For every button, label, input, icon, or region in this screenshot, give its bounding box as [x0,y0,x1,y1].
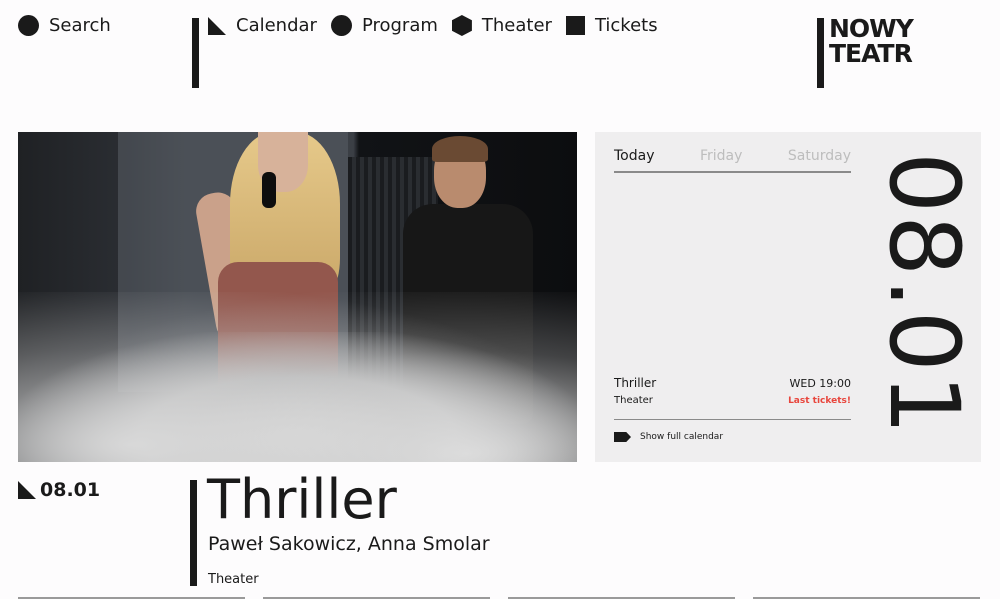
big-date-text: 08.01 [878,152,970,430]
event-title: Thriller [614,376,657,390]
feature-authors: Paweł Sakowicz, Anna Smolar [208,533,490,555]
event-status-badge: Last tickets! [788,396,851,406]
logo-line-2: TEATR [829,39,913,68]
triangle-icon [18,481,36,499]
feature-date: 08.01 [18,479,100,501]
hero-image[interactable] [18,132,577,462]
microphone-icon [262,172,276,208]
search-button[interactable]: Search [18,15,111,36]
feature-title[interactable]: Thriller [207,470,397,530]
nav-divider [192,18,199,88]
show-full-calendar-label: Show full calendar [640,432,724,442]
search-circle-icon [18,15,39,36]
calendar-panel: Today Friday Saturday Thriller WED 19:00… [595,132,981,462]
actor-hair [432,136,488,162]
event-venue: Theater [614,395,653,406]
nav-item-label: Tickets [594,15,658,36]
nav-item-calendar[interactable]: Calendar [208,15,317,36]
show-full-calendar-link[interactable]: Show full calendar [614,432,723,442]
big-date-vertical: 08.01 [878,152,970,430]
circle-icon [330,15,352,36]
triangle-icon [208,16,226,35]
tag-arrow-icon [614,432,631,442]
tab-today[interactable]: Today [614,148,655,164]
feature-divider [190,480,197,586]
stage-smoke-front [18,292,577,462]
calendar-tabs: Today Friday Saturday [614,148,851,173]
search-label: Search [49,15,111,36]
nav-item-label: Program [361,15,438,36]
tab-saturday[interactable]: Saturday [788,148,851,164]
event-time: WED 19:00 [789,377,852,390]
nav-item-label: Theater [481,15,552,36]
calendar-event[interactable]: Thriller WED 19:00 Theater Last tickets! [614,376,851,406]
logo-bar [817,18,824,88]
nav-item-program[interactable]: Program [330,15,438,36]
calendar-divider [614,419,851,420]
tab-friday[interactable]: Friday [700,148,742,164]
nav-item-theater[interactable]: Theater [451,15,552,36]
main-nav: Calendar Program Theater Tickets [208,15,658,36]
nav-item-tickets[interactable]: Tickets [565,15,658,36]
feature-venue: Theater [208,572,259,587]
nav-item-label: Calendar [236,15,317,36]
logo-line-1: NOWY [829,14,914,43]
logo[interactable]: NOWY TEATR [829,14,914,68]
square-icon [565,16,585,35]
feature-date-text: 08.01 [40,479,101,501]
hexagon-icon [451,15,472,36]
